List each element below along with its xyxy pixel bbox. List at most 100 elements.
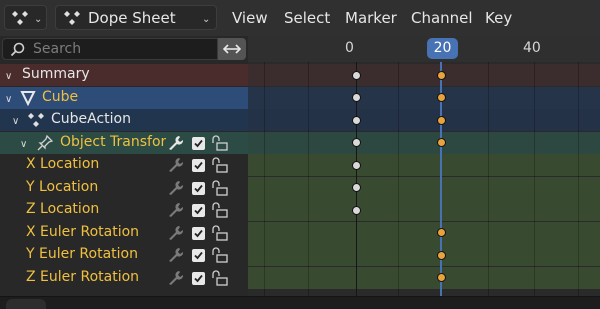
invert-filter-button[interactable] — [218, 38, 246, 60]
dope-sheet-icon — [64, 11, 80, 25]
ruler-label-0: 0 — [345, 40, 354, 56]
keyframe[interactable] — [352, 161, 361, 170]
wrench-icon[interactable] — [168, 135, 184, 151]
unlock-icon[interactable] — [211, 225, 229, 241]
unlock-icon[interactable] — [211, 157, 229, 173]
checkmark-icon — [194, 229, 203, 238]
channel-row-fcurve[interactable]: Z Location — [0, 199, 248, 221]
keyframe-selected[interactable] — [437, 71, 446, 80]
keyframe[interactable] — [352, 71, 361, 80]
frame-ruler[interactable]: 0 40 20 — [248, 36, 600, 62]
keyframe[interactable] — [352, 93, 361, 102]
mode-dropdown[interactable]: Dope Sheet ⌄ — [55, 5, 217, 30]
unlock-icon[interactable] — [211, 270, 229, 286]
channel-label: Cube — [42, 89, 79, 105]
keyframe-band-group — [248, 132, 600, 154]
keyframe-region[interactable]: 0 40 20 — [248, 36, 600, 296]
enable-checkbox[interactable] — [192, 159, 205, 172]
editor-type-selector[interactable]: ⌄ — [4, 5, 47, 30]
wrench-icon[interactable] — [168, 247, 184, 263]
collapse-arrow-icon[interactable]: ∨ — [12, 116, 19, 127]
keyframe-selected[interactable] — [437, 228, 446, 237]
menu-view[interactable]: View — [232, 9, 268, 27]
enable-checkbox[interactable] — [192, 272, 205, 285]
search-placeholder: Search — [33, 41, 82, 57]
search-input[interactable]: Search — [2, 38, 218, 60]
channel-row-fcurve[interactable]: X Location — [0, 154, 248, 176]
keyframe-band-object — [248, 87, 600, 109]
grid-line — [488, 62, 489, 296]
keyframe[interactable] — [352, 116, 361, 125]
menu-channel[interactable]: Channel — [411, 9, 473, 27]
enable-checkbox[interactable] — [192, 137, 205, 150]
keyframe-band-action — [248, 109, 600, 131]
channel-row-fcurve[interactable]: Y Euler Rotation — [0, 244, 248, 266]
wrench-icon[interactable] — [168, 157, 184, 173]
keyframe-band-fcurve — [248, 244, 600, 266]
channel-row-cube[interactable]: ∨ Cube — [0, 87, 248, 109]
channel-row-action[interactable]: ∨ CubeAction — [0, 109, 248, 131]
current-frame-indicator[interactable]: 20 — [427, 38, 458, 59]
mesh-object-icon — [20, 91, 36, 106]
collapse-arrow-icon[interactable]: ∨ — [5, 71, 12, 82]
enable-checkbox[interactable] — [192, 227, 205, 240]
region-tab[interactable] — [6, 299, 46, 309]
keyframe[interactable] — [352, 138, 361, 147]
grid-line — [308, 62, 309, 296]
channel-row-summary[interactable]: ∨ Summary — [0, 64, 248, 86]
keyframe[interactable] — [352, 206, 361, 215]
collapse-arrow-icon[interactable]: ∨ — [5, 94, 12, 105]
channel-row-fcurve[interactable]: Y Location — [0, 177, 248, 199]
channel-label: X Euler Rotation — [26, 224, 140, 240]
keyframe[interactable] — [352, 183, 361, 192]
menu-select[interactable]: Select — [284, 9, 330, 27]
unlock-icon[interactable] — [211, 247, 229, 263]
channel-label: Object Transforms — [60, 134, 166, 150]
channel-label: Y Location — [26, 179, 99, 195]
menu-marker[interactable]: Marker — [345, 9, 397, 27]
keyframe-selected[interactable] — [437, 138, 446, 147]
grid-line — [534, 62, 535, 296]
wrench-icon[interactable] — [168, 202, 184, 218]
checkmark-icon — [194, 274, 203, 283]
enable-checkbox[interactable] — [192, 249, 205, 262]
channel-row-fcurve[interactable]: Z Euler Rotation — [0, 267, 248, 289]
keyframe-band-fcurve — [248, 177, 600, 199]
grid-line — [578, 62, 579, 296]
channel-row-fcurve[interactable]: X Euler Rotation — [0, 222, 248, 244]
keyframe-selected[interactable] — [437, 93, 446, 102]
chevron-down-icon: ⌄ — [202, 14, 211, 25]
checkmark-icon — [194, 206, 203, 215]
keyframe-band-fcurve — [248, 154, 600, 176]
bottom-edge — [0, 296, 600, 309]
wrench-icon[interactable] — [168, 180, 184, 196]
collapse-arrow-icon[interactable]: ∨ — [20, 139, 27, 150]
keyframe-band-fcurve — [248, 222, 600, 244]
enable-checkbox[interactable] — [192, 182, 205, 195]
dope-sheet-icon — [12, 11, 28, 25]
channel-region: Search ∨ Summary ∨ Cube ∨ CubeAction ∨ O… — [0, 36, 248, 296]
grid-line — [398, 62, 399, 296]
unlock-icon[interactable] — [211, 202, 229, 218]
ruler-label-40: 40 — [523, 40, 541, 56]
unlock-icon[interactable] — [211, 135, 229, 151]
menu-key[interactable]: Key — [485, 9, 512, 27]
pin-icon — [37, 135, 53, 151]
wrench-icon[interactable] — [168, 270, 184, 286]
enable-checkbox[interactable] — [192, 204, 205, 217]
channel-label: Y Euler Rotation — [26, 246, 138, 262]
wrench-icon[interactable] — [168, 225, 184, 241]
keyframe-selected[interactable] — [437, 116, 446, 125]
chevron-down-icon: ⌄ — [34, 14, 43, 25]
action-icon — [28, 113, 44, 127]
keyframe-selected[interactable] — [437, 251, 446, 260]
channel-row-group[interactable]: ∨ Object Transforms — [0, 132, 248, 154]
channel-label: Z Location — [26, 201, 100, 217]
checkmark-icon — [194, 161, 203, 170]
editor-header: ⌄ Dope Sheet ⌄ View Select Marker Channe… — [0, 0, 600, 36]
keyframe-band-fcurve — [248, 267, 600, 289]
keyframe-selected[interactable] — [437, 273, 446, 282]
unlock-icon[interactable] — [211, 180, 229, 196]
channel-label: X Location — [26, 156, 100, 172]
grid-line — [264, 62, 265, 296]
